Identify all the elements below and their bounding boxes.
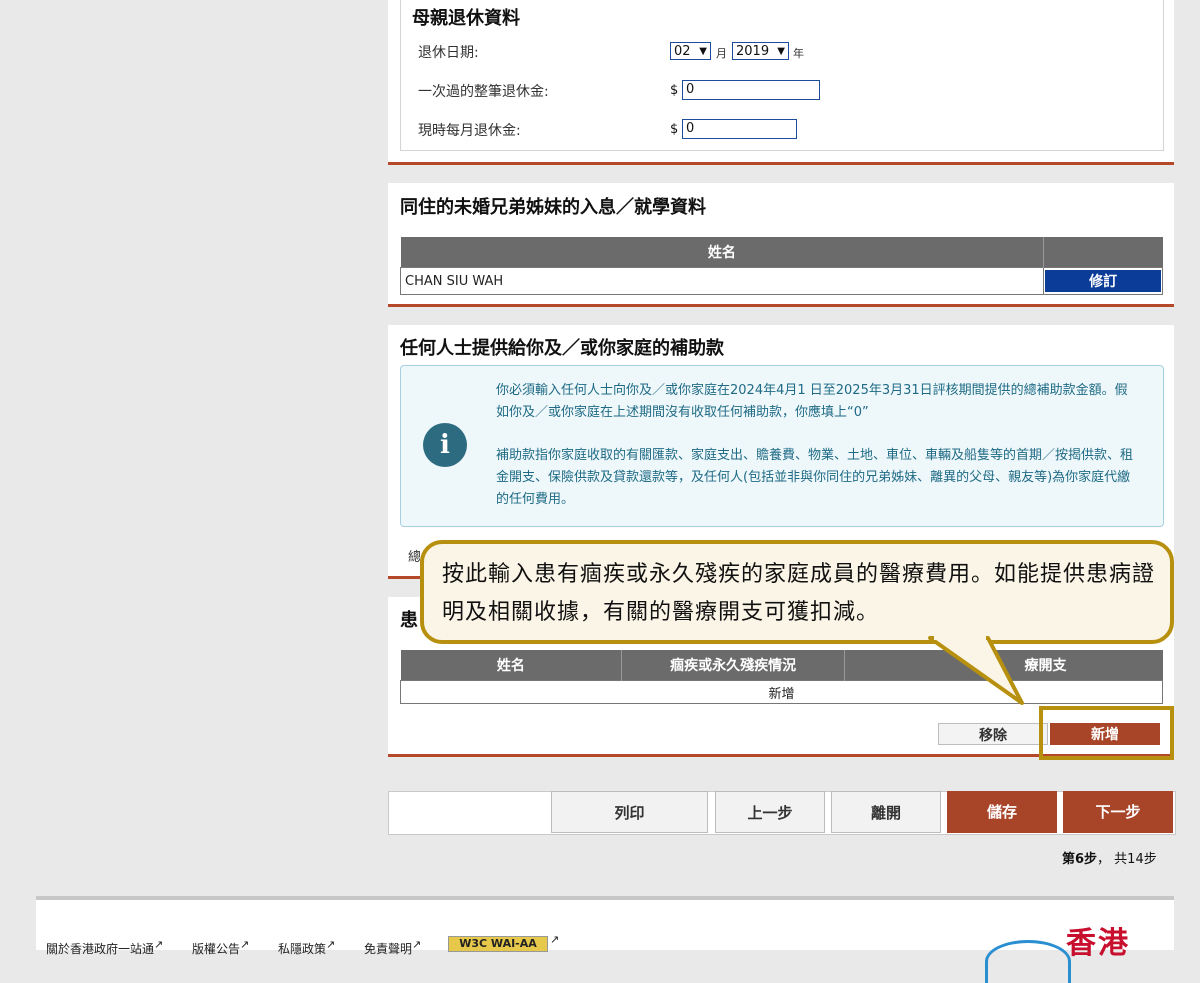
section-divider bbox=[388, 304, 1174, 307]
footer-link-copyright[interactable]: 版權公告↗ bbox=[192, 938, 249, 957]
chevron-down-icon: ▼ bbox=[699, 46, 707, 57]
footer-link-label: 免責聲明 bbox=[364, 942, 413, 956]
callout-text: 按此輸入患有痼疾或永久殘疾的家庭成員的醫療費用。如能提供患病證明及相關收據，有關… bbox=[442, 562, 1156, 625]
siblings-title: 同住的未婚兄弟姊妹的入息／就學資料 bbox=[400, 197, 706, 218]
siblings-table: 姓名 CHAN SIU WAH 修訂 bbox=[399, 237, 1163, 295]
info-icon: i bbox=[423, 423, 467, 467]
footer-link-label: 關於香港政府一站通 bbox=[46, 942, 155, 956]
sibling-action-cell: 修訂 bbox=[1043, 267, 1163, 295]
w3c-external-link-icon: ↗ bbox=[550, 933, 560, 946]
table-row: CHAN SIU WAH 修訂 bbox=[399, 267, 1163, 295]
w3c-badge-label: W3C WAI-AA bbox=[459, 937, 537, 950]
lump-sum-label: 一次過的整筆退休金: bbox=[418, 84, 549, 100]
external-link-icon: ↗ bbox=[240, 938, 250, 951]
monthly-pension-label: 現時每月退休金: bbox=[418, 123, 521, 139]
tooltip-callout: 按此輸入患有痼疾或永久殘疾的家庭成員的醫療費用。如能提供患病證明及相關收據，有關… bbox=[420, 540, 1174, 644]
col-expense-header: 療開支 bbox=[844, 650, 1163, 681]
external-link-icon: ↗ bbox=[154, 938, 164, 951]
subsidy-info-paragraph-1: 你必須輸入任何人士向你及／或你家庭在2024年4月1 日至2025年3月31日評… bbox=[496, 383, 1128, 420]
year-unit: 年 bbox=[793, 47, 804, 60]
subsidy-title: 任何人士提供給你及／或你家庭的補助款 bbox=[400, 338, 724, 359]
chevron-down-icon: ▼ bbox=[777, 46, 785, 57]
remove-button[interactable]: 移除 bbox=[938, 723, 1048, 745]
gov-logo-arc bbox=[985, 940, 1071, 983]
footer-link-label: 私隱政策 bbox=[278, 942, 327, 956]
footer-link-about[interactable]: 關於香港政府一站通↗ bbox=[46, 938, 163, 957]
leave-button[interactable]: 離開 bbox=[831, 791, 941, 833]
month-unit: 月 bbox=[716, 47, 727, 60]
prev-step-button[interactable]: 上一步 bbox=[715, 791, 825, 833]
empty-row-add[interactable]: 新增 bbox=[400, 680, 1163, 704]
next-step-button[interactable]: 下一步 bbox=[1063, 791, 1173, 833]
step-indicator: 第6步， 共14步 bbox=[1062, 848, 1157, 867]
step-total: ， 共14步 bbox=[1097, 852, 1157, 867]
sibling-name-cell: CHAN SIU WAH bbox=[399, 267, 1045, 295]
retirement-title: 母親退休資料 bbox=[412, 8, 520, 29]
currency-symbol: $ bbox=[670, 83, 679, 98]
external-link-icon: ↗ bbox=[326, 938, 336, 951]
edit-sibling-button[interactable]: 修訂 bbox=[1045, 270, 1161, 292]
gov-brand-logo: 香港 bbox=[1066, 926, 1130, 961]
currency-symbol: $ bbox=[670, 122, 679, 137]
year-value: 2019 bbox=[736, 44, 770, 59]
section-divider bbox=[388, 162, 1174, 165]
external-link-icon: ↗ bbox=[412, 938, 422, 951]
lump-sum-input[interactable]: 0 bbox=[682, 80, 820, 100]
save-button[interactable]: 儲存 bbox=[947, 791, 1057, 833]
step-current: 第6步 bbox=[1062, 852, 1098, 867]
highlight-box bbox=[1039, 706, 1174, 760]
month-select[interactable]: 02 ▼ bbox=[670, 42, 711, 60]
col-name-header: 姓名 bbox=[400, 650, 623, 681]
table-row: 新增 bbox=[400, 680, 1163, 704]
monthly-pension-input[interactable]: 0 bbox=[682, 119, 797, 139]
medical-table: 姓名 痼疾或永久殘疾情況 療開支 新增 bbox=[400, 650, 1163, 704]
month-value: 02 bbox=[674, 44, 691, 59]
col-action-header bbox=[1043, 237, 1163, 268]
table-header: 姓名 bbox=[400, 237, 1163, 268]
print-button[interactable]: 列印 bbox=[551, 791, 708, 833]
col-name-header: 姓名 bbox=[400, 237, 1045, 268]
year-select[interactable]: 2019 ▼ bbox=[732, 42, 789, 60]
retire-date-label: 退休日期: bbox=[418, 45, 479, 61]
medical-title: 患 bbox=[400, 610, 418, 631]
table-header: 姓名 痼疾或永久殘疾情況 療開支 bbox=[400, 650, 1163, 681]
footer-link-label: 版權公告 bbox=[192, 942, 241, 956]
footer-link-privacy[interactable]: 私隱政策↗ bbox=[278, 938, 335, 957]
subsidy-info-paragraph-2: 補助款指你家庭收取的有關匯款、家庭支出、贍養費、物業、土地、車位、車輛及船隻等的… bbox=[496, 448, 1134, 507]
footer-link-disclaimer[interactable]: 免責聲明↗ bbox=[364, 938, 421, 957]
col-condition-header: 痼疾或永久殘疾情況 bbox=[621, 650, 845, 681]
